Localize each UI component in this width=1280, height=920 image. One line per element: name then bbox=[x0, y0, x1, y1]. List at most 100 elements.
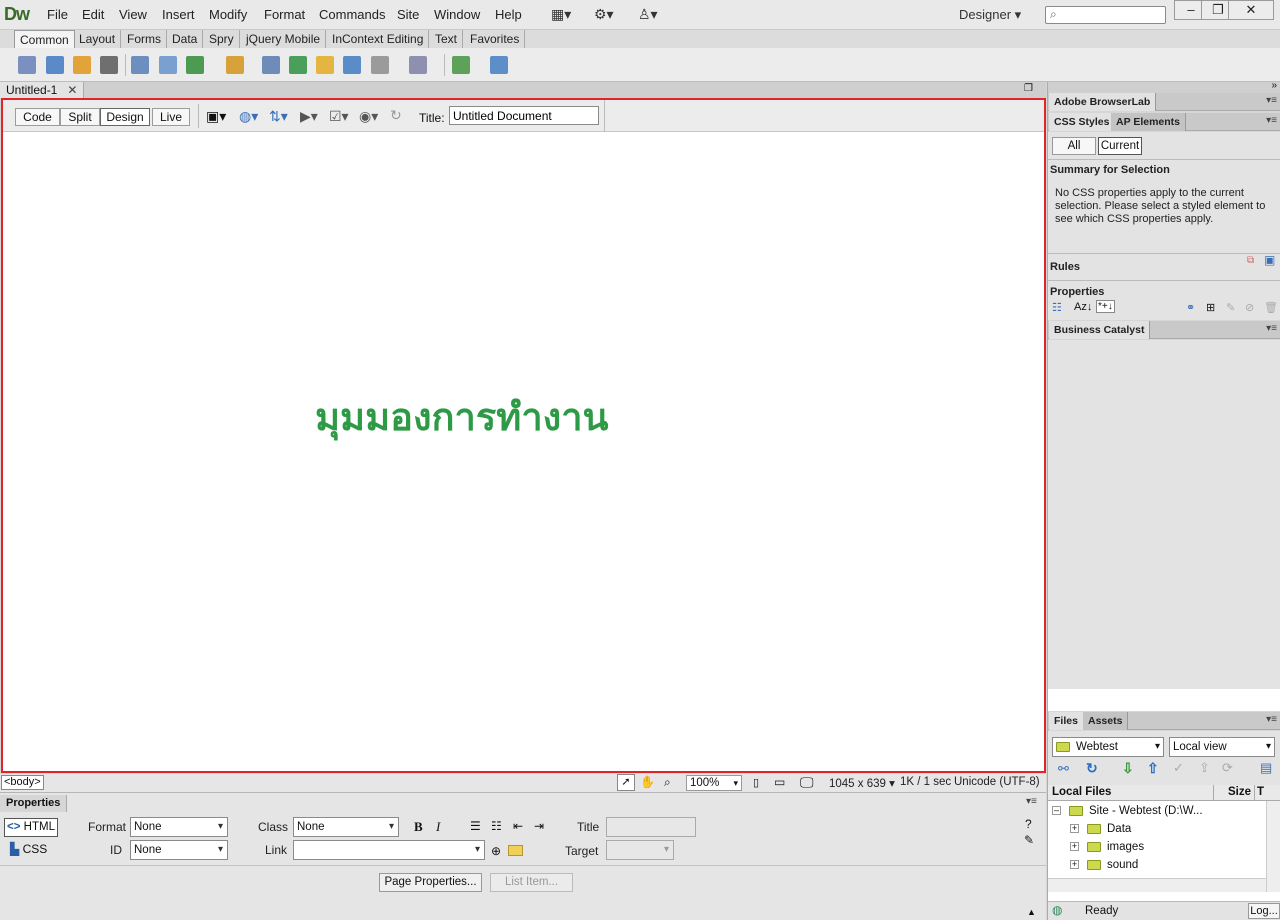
category-view-icon[interactable]: ☷ bbox=[1052, 301, 1062, 314]
bold-button[interactable]: B bbox=[414, 819, 423, 835]
show-information-icon[interactable]: ▣ bbox=[1264, 253, 1275, 267]
point-to-file-icon[interactable]: ⊕ bbox=[491, 844, 501, 858]
server-side-include-icon[interactable] bbox=[316, 56, 334, 74]
desktop-size-icon[interactable]: 🖵 bbox=[800, 774, 814, 791]
alpha-view-icon[interactable]: Az↓ bbox=[1074, 301, 1092, 313]
window-size[interactable]: 1045 x 639 ▾ bbox=[829, 776, 895, 790]
menu-format[interactable]: Format bbox=[264, 7, 305, 22]
menu-window[interactable]: Window bbox=[434, 7, 480, 22]
new-css-rule-icon[interactable]: ⊞ bbox=[1206, 301, 1215, 314]
page-properties-button[interactable]: Page Properties... bbox=[379, 873, 482, 892]
current-button[interactable]: Current bbox=[1098, 137, 1142, 155]
hand-tool-icon[interactable]: ✋ bbox=[640, 775, 655, 789]
tab-favorites[interactable]: Favorites bbox=[465, 30, 526, 48]
file-management-icon[interactable]: ⇅▾ bbox=[269, 108, 288, 125]
select-tool-icon[interactable]: ➚ bbox=[617, 774, 635, 791]
browse-folder-icon[interactable] bbox=[508, 845, 523, 856]
menu-help[interactable]: Help bbox=[495, 7, 522, 22]
type-header[interactable]: T bbox=[1257, 785, 1264, 800]
ordered-list-icon[interactable]: ☷ bbox=[491, 819, 502, 833]
synchronize-icon[interactable]: ⟳ bbox=[1222, 760, 1233, 776]
visual-aids-icon[interactable]: ◉▾ bbox=[359, 108, 378, 125]
tab-layout[interactable]: Layout bbox=[74, 30, 122, 48]
expand-icon[interactable]: + bbox=[1070, 860, 1079, 870]
help-icon[interactable]: ? bbox=[1025, 817, 1032, 831]
panel-menu-icon[interactable]: ▾≡ bbox=[1266, 714, 1277, 725]
log-button[interactable]: Log... bbox=[1248, 903, 1280, 919]
css-mode-button[interactable]: ▙ CSS bbox=[10, 842, 47, 856]
email-link-icon[interactable] bbox=[46, 56, 64, 74]
get-files-icon[interactable]: ⇩ bbox=[1122, 760, 1134, 777]
menu-modify[interactable]: Modify bbox=[209, 7, 247, 22]
script-icon[interactable] bbox=[409, 56, 427, 74]
target-select[interactable]: ▾ bbox=[606, 840, 674, 860]
link-input[interactable]: ▾ bbox=[293, 840, 485, 860]
id-select[interactable]: None ▾ bbox=[130, 840, 228, 860]
collapse-icon[interactable]: ▲ bbox=[1027, 907, 1036, 917]
check-out-icon[interactable]: ✓ bbox=[1173, 760, 1184, 776]
document-tab[interactable]: Untitled-1 ✕ bbox=[0, 82, 85, 98]
collapse-icon[interactable]: – bbox=[1052, 806, 1061, 816]
set-properties-icon[interactable]: *+↓ bbox=[1096, 300, 1115, 313]
refresh-icon[interactable]: ↻ bbox=[390, 107, 402, 124]
panel-menu-icon[interactable]: ▾≡ bbox=[1266, 115, 1277, 126]
date-icon[interactable] bbox=[289, 56, 307, 74]
horizontal-scrollbar[interactable] bbox=[1048, 878, 1266, 892]
help-search-input[interactable]: ⌕ bbox=[1045, 6, 1166, 24]
tablet-size-icon[interactable]: ▭ bbox=[774, 775, 785, 789]
live-view-button[interactable]: Live bbox=[152, 108, 190, 126]
close-icon[interactable]: ✕ bbox=[67, 83, 77, 97]
tag-chooser-icon[interactable] bbox=[490, 56, 508, 74]
format-select[interactable]: None ▾ bbox=[130, 817, 228, 837]
tab-css-styles[interactable]: CSS Styles bbox=[1049, 113, 1116, 131]
menu-file[interactable]: File bbox=[47, 7, 68, 22]
widget-icon[interactable] bbox=[262, 56, 280, 74]
list-item[interactable]: + sound bbox=[1048, 856, 1280, 874]
list-item[interactable]: + Data bbox=[1048, 820, 1280, 838]
vertical-scrollbar[interactable] bbox=[1266, 801, 1280, 892]
check-browser-icon[interactable]: ☑▾ bbox=[329, 108, 349, 125]
tab-common[interactable]: Common bbox=[14, 30, 75, 48]
tab-forms[interactable]: Forms bbox=[122, 30, 167, 48]
tab-text[interactable]: Text bbox=[430, 30, 464, 48]
class-select[interactable]: None ▾ bbox=[293, 817, 399, 837]
size-header[interactable]: Size bbox=[1228, 785, 1251, 800]
expand-panel-icon[interactable]: ▤ bbox=[1260, 760, 1272, 776]
disable-icon[interactable]: ⊘ bbox=[1245, 301, 1254, 314]
title-attr-input[interactable] bbox=[606, 817, 696, 837]
workspace-switcher[interactable]: Designer ▾ bbox=[959, 7, 1021, 23]
expand-icon[interactable]: + bbox=[1070, 842, 1079, 852]
gear-icon[interactable]: ⚙▾ bbox=[594, 6, 614, 23]
templates-icon[interactable] bbox=[452, 56, 470, 74]
tab-ap-elements[interactable]: AP Elements bbox=[1111, 113, 1186, 131]
site-root-row[interactable]: – Site - Webtest (D:\W... bbox=[1048, 802, 1280, 820]
media-icon[interactable] bbox=[226, 56, 244, 74]
collapse-icon[interactable]: » bbox=[1271, 80, 1277, 91]
list-item-button[interactable]: List Item... bbox=[490, 873, 573, 892]
connect-icon[interactable]: ⚯ bbox=[1058, 761, 1069, 777]
tab-data[interactable]: Data bbox=[167, 30, 204, 48]
panel-menu-icon[interactable]: ▾≡ bbox=[1266, 323, 1277, 334]
horizontal-rule-icon[interactable] bbox=[100, 56, 118, 74]
panel-menu-icon[interactable]: ▾≡ bbox=[1266, 95, 1277, 106]
split-view-button[interactable]: Split bbox=[60, 108, 100, 126]
comment-icon[interactable] bbox=[343, 56, 361, 74]
expand-icon[interactable]: + bbox=[1070, 824, 1079, 834]
design-view-button[interactable]: Design bbox=[100, 108, 150, 126]
tab-adobe-browserlab[interactable]: Adobe BrowserLab bbox=[1049, 93, 1157, 111]
menu-site[interactable]: Site bbox=[397, 7, 419, 22]
hyperlink-icon[interactable] bbox=[18, 56, 36, 74]
edit-rule-icon[interactable]: ✎ bbox=[1226, 301, 1235, 314]
tab-assets[interactable]: Assets bbox=[1083, 712, 1129, 730]
attach-stylesheet-icon[interactable]: ⚭ bbox=[1186, 301, 1195, 314]
code-view-button[interactable]: Code bbox=[15, 108, 60, 126]
tag-selector-body[interactable]: <body> bbox=[1, 775, 44, 790]
head-icon[interactable] bbox=[371, 56, 389, 74]
w3c-validation-icon[interactable]: ▶▾ bbox=[300, 108, 318, 125]
menu-edit[interactable]: Edit bbox=[82, 7, 104, 22]
phone-size-icon[interactable]: ▯ bbox=[753, 776, 759, 789]
menu-view[interactable]: View bbox=[119, 7, 147, 22]
tab-spry[interactable]: Spry bbox=[204, 30, 240, 48]
document-title-input[interactable] bbox=[449, 106, 599, 125]
show-cascade-icon[interactable]: ⧉ bbox=[1247, 255, 1254, 266]
